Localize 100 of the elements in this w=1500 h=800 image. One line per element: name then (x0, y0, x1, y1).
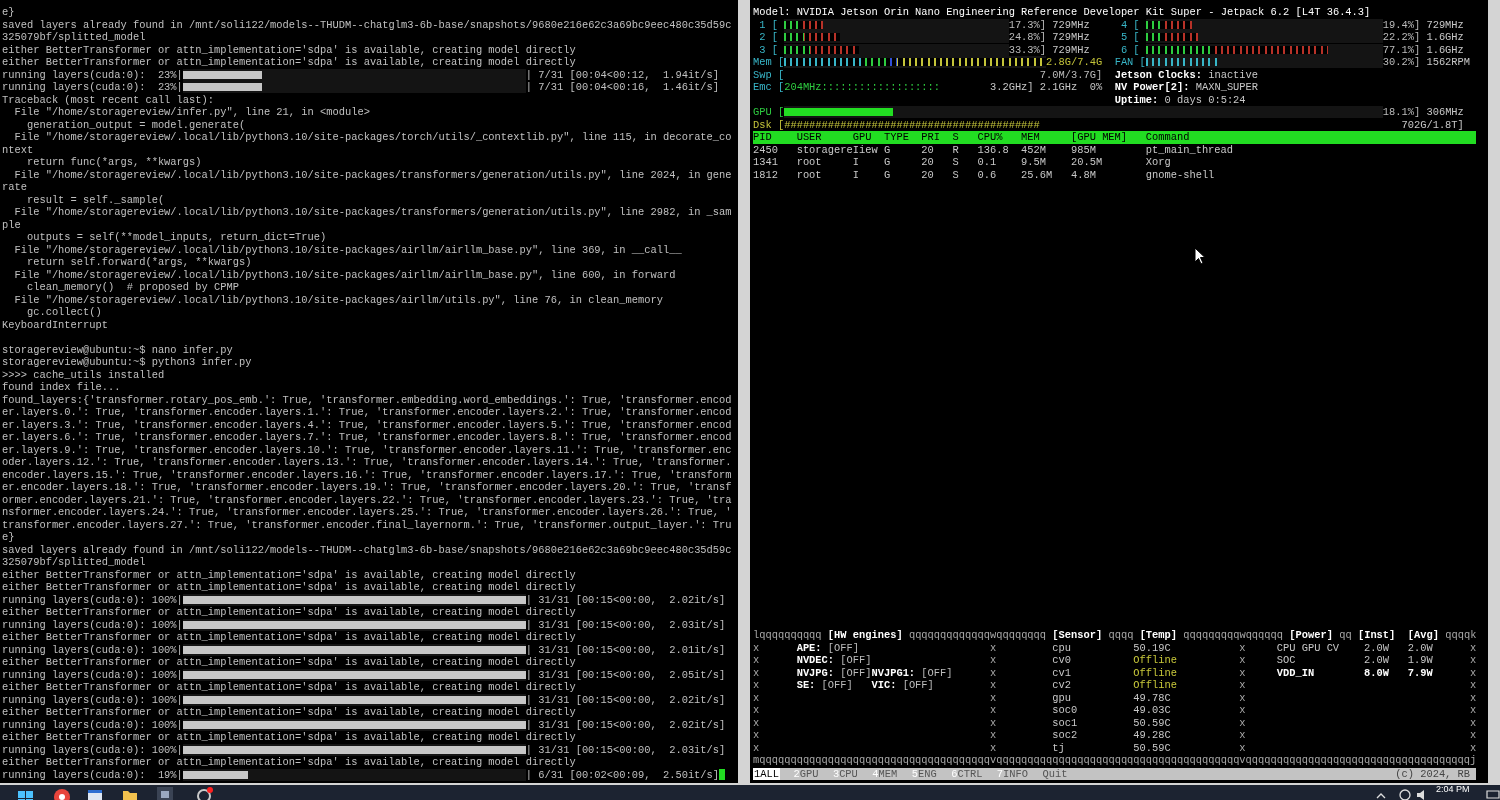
terminal-text: | 31/31 [00:15<00:00, 2.02it/s] (525, 718, 726, 731)
meter-reading: 22.2%] (1382, 31, 1421, 44)
emc-frequency: 2.1GHz (1038, 81, 1078, 94)
meter-label: 4 [ (1119, 18, 1141, 31)
sensor-temperature: Offline (1133, 679, 1177, 692)
power-instant: 2.0W (1363, 654, 1390, 667)
table-cell-text: 20 (921, 156, 935, 169)
sensor-temperature: 49.03C (1133, 704, 1171, 717)
terminal-text: running layers(cuda:0): 100%| (2, 718, 183, 731)
table-cell-text: pt_main_thread (1145, 143, 1235, 156)
tab[interactable]: 1ALL (753, 767, 780, 780)
info-value: MAXN_SUPER (1194, 81, 1259, 94)
terminal-line: return self.forward(*args, **kwargs) (25, 256, 253, 269)
terminal-text: | 7/31 [00:04<00:16, 1.46it/s] (525, 81, 720, 94)
terminal-line: either BetterTransformer or attn_implementation='sdpa' is available, creating model directly (2, 756, 577, 769)
terminal-text: | 31/31 [00:15<00:00, 2.03it/s] (525, 743, 726, 756)
copyright-text: (c) 2024, RB (1395, 767, 1472, 780)
border-edge: x (753, 691, 760, 704)
border-edge: x (989, 704, 997, 717)
tab[interactable]: 4MEM (871, 767, 899, 780)
terminal-line: saved layers already found in /mnt/soli122/models--THUDM--chatglm3-6b-base/snapshots/9680e216e62c3a69bc9eec480c35d59c (2, 543, 733, 556)
sensor-temperature: 50.59C (1133, 716, 1171, 729)
engine-name: NVJPG: (796, 666, 835, 679)
power-average: 2.0W (1406, 641, 1433, 654)
terminal-line: File "/home/storagereview/infer.py", line 21, in <module> (13, 106, 371, 119)
power-instant: 2.0W (1363, 641, 1390, 654)
panel-title: [Temp] (1139, 629, 1178, 642)
terminal-line: er.encoder.layers.18.': True, 'transformer.encoder.layers.19.': True, 'transformer.encoder.layers.20.': True, 'transf (2, 481, 733, 494)
meter-reading: 2.8G/7.4G (1046, 56, 1103, 69)
border-edge: x (1470, 729, 1477, 742)
fan-speed: 1562RPM (1425, 56, 1472, 69)
terminal-line: nsformer.encoder.layers.24.': True, 'transformer.encoder.layers.25.': True, 'transformer.encoder.layers.26.': True, ' (2, 506, 733, 519)
sensor-temperature: 49.78C (1133, 691, 1171, 704)
terminal-line: generation_output = model.generate( (25, 118, 247, 131)
meter-label: 6 [ (1119, 43, 1141, 56)
meter-label: 2 [ (758, 31, 779, 44)
column-header: Command (1145, 131, 1191, 144)
terminal-text: | 31/31 [00:15<00:00, 2.03it/s] (525, 618, 726, 631)
meter-reading: 3.2GHz] (989, 81, 1034, 94)
table-cell-text: R (952, 143, 960, 156)
terminal-line: either BetterTransformer or attn_implementation='sdpa' is available, creating model directly (2, 43, 577, 56)
terminal-line: 325079bf/splitted_model (2, 556, 147, 569)
sensor-temperature: 49.28C (1133, 729, 1171, 742)
info-value: inactive (1207, 68, 1259, 81)
sensor-temperature: 50.59C (1133, 741, 1171, 754)
terminal-text: | 7/31 [00:04<00:12, 1.94it/s] (525, 68, 720, 81)
terminal-text: | 31/31 [00:15<00:00, 2.05it/s] (525, 668, 726, 681)
terminal-line: KeyboardInterrupt (2, 318, 109, 331)
terminal-text: running layers(cuda:0): 100%| (2, 643, 183, 656)
table-cell-text: 985M (1070, 143, 1097, 156)
meter-reading: 30.2%] (1382, 56, 1421, 69)
engine-name: VIC: (871, 679, 897, 692)
border-edge: x (1239, 716, 1246, 729)
meter-reading: 18.1%] (1382, 106, 1421, 119)
table-cell-text: 2450 (753, 143, 779, 156)
engine-name: NVJPG1: (871, 666, 916, 679)
panel-title: [Avg] (1407, 629, 1439, 642)
table-cell-text: 1341 (753, 156, 779, 169)
table-cell-text: 0.1 (977, 156, 998, 169)
scrollbar-track[interactable] (1488, 0, 1500, 783)
terminal-line: storagereview@ubuntu:~$ nano infer.py (2, 343, 234, 356)
tab[interactable]: Quit (1041, 767, 1069, 780)
table-cell-text: G (883, 168, 892, 181)
power-instant: 8.0W (1363, 666, 1390, 679)
gpu-frequency: 306MHz (1425, 106, 1465, 119)
tab[interactable]: 3CPU (831, 767, 859, 780)
table-cell-text: I (852, 156, 860, 169)
terminal-line: er.layers.6.': True, 'transformer.encoder.layers.7.': True, 'transformer.encoder.layers.8.': True, 'transformer.encod (2, 431, 733, 444)
meter-label: GPU [ (753, 106, 785, 119)
tab[interactable]: 6CTRL (950, 767, 984, 780)
border-edge: x (989, 679, 997, 692)
column-header: CPU% (977, 131, 1004, 144)
meter-reading: 24.8%] (1008, 31, 1047, 44)
power-rail: CPU GPU CV (1276, 641, 1341, 654)
column-header: USER (796, 131, 823, 144)
tab[interactable]: 7INFO (995, 767, 1030, 780)
border-edge: x (1470, 641, 1477, 654)
table-cell-text: S (952, 168, 960, 181)
tab[interactable]: 5ENG (910, 767, 938, 780)
tab[interactable]: 2GPU (792, 767, 820, 780)
terminal-line: File "/home/storagereview/.local/lib/python3.10/site-packages/torch/utils/_contextlib.py", line 115, in decorate_co (13, 131, 733, 144)
power-rail: VDD_IN (1276, 666, 1316, 679)
border-edge: x (989, 641, 997, 654)
terminal-line: encoder.layers.15.': True, 'transformer.encoder.layers.16.': True, 'transformer.encoder.layers.17.': True, 'transform (2, 468, 733, 481)
column-header: PRI (921, 131, 942, 144)
terminal-text: running layers(cuda:0): 100%| (2, 743, 183, 756)
border-edge: x (753, 679, 760, 692)
terminal-line: File "/home/storagereview/.local/lib/python3.10/site-packages/airllm/airllm_base.py", line 600, in forward (13, 268, 677, 281)
terminal-line: transformer.encoder.layers.27.': True, 'transformer.encoder.final_layernorm.': True, 'transformer.output_layer.': Tru (2, 518, 733, 531)
terminal-line: er.layers.9.': True, 'transformer.encoder.layers.10.': True, 'transformer.encoder.layers.11.': True, 'transformer.enc (2, 443, 733, 456)
terminal-line: outputs = self(**model_inputs, return_dict=True) (25, 231, 328, 244)
sensor-name: gpu (1052, 691, 1072, 704)
border-edge: x (753, 654, 760, 667)
table-cell-text: Xorg (1145, 156, 1172, 169)
power-average: 1.9W (1406, 654, 1433, 667)
sensor-name: cv1 (1052, 666, 1072, 679)
panel-title: [Sensor] (1052, 629, 1103, 642)
info-value: 0 days 0:5:24 (1163, 93, 1246, 106)
border-edge: x (753, 641, 760, 654)
border-line: mqqqqqqqqqqqqqqqqqqqqqqqqqqqqqqqqqqqqqvqqqqqqqqqqqqqqqqqqqqqqqqqqqqqqqqqqqqqqqvqqqqqqqqqqqqqqqqqqqqqqqqqqqqqqqqqqqqj (753, 754, 1478, 767)
